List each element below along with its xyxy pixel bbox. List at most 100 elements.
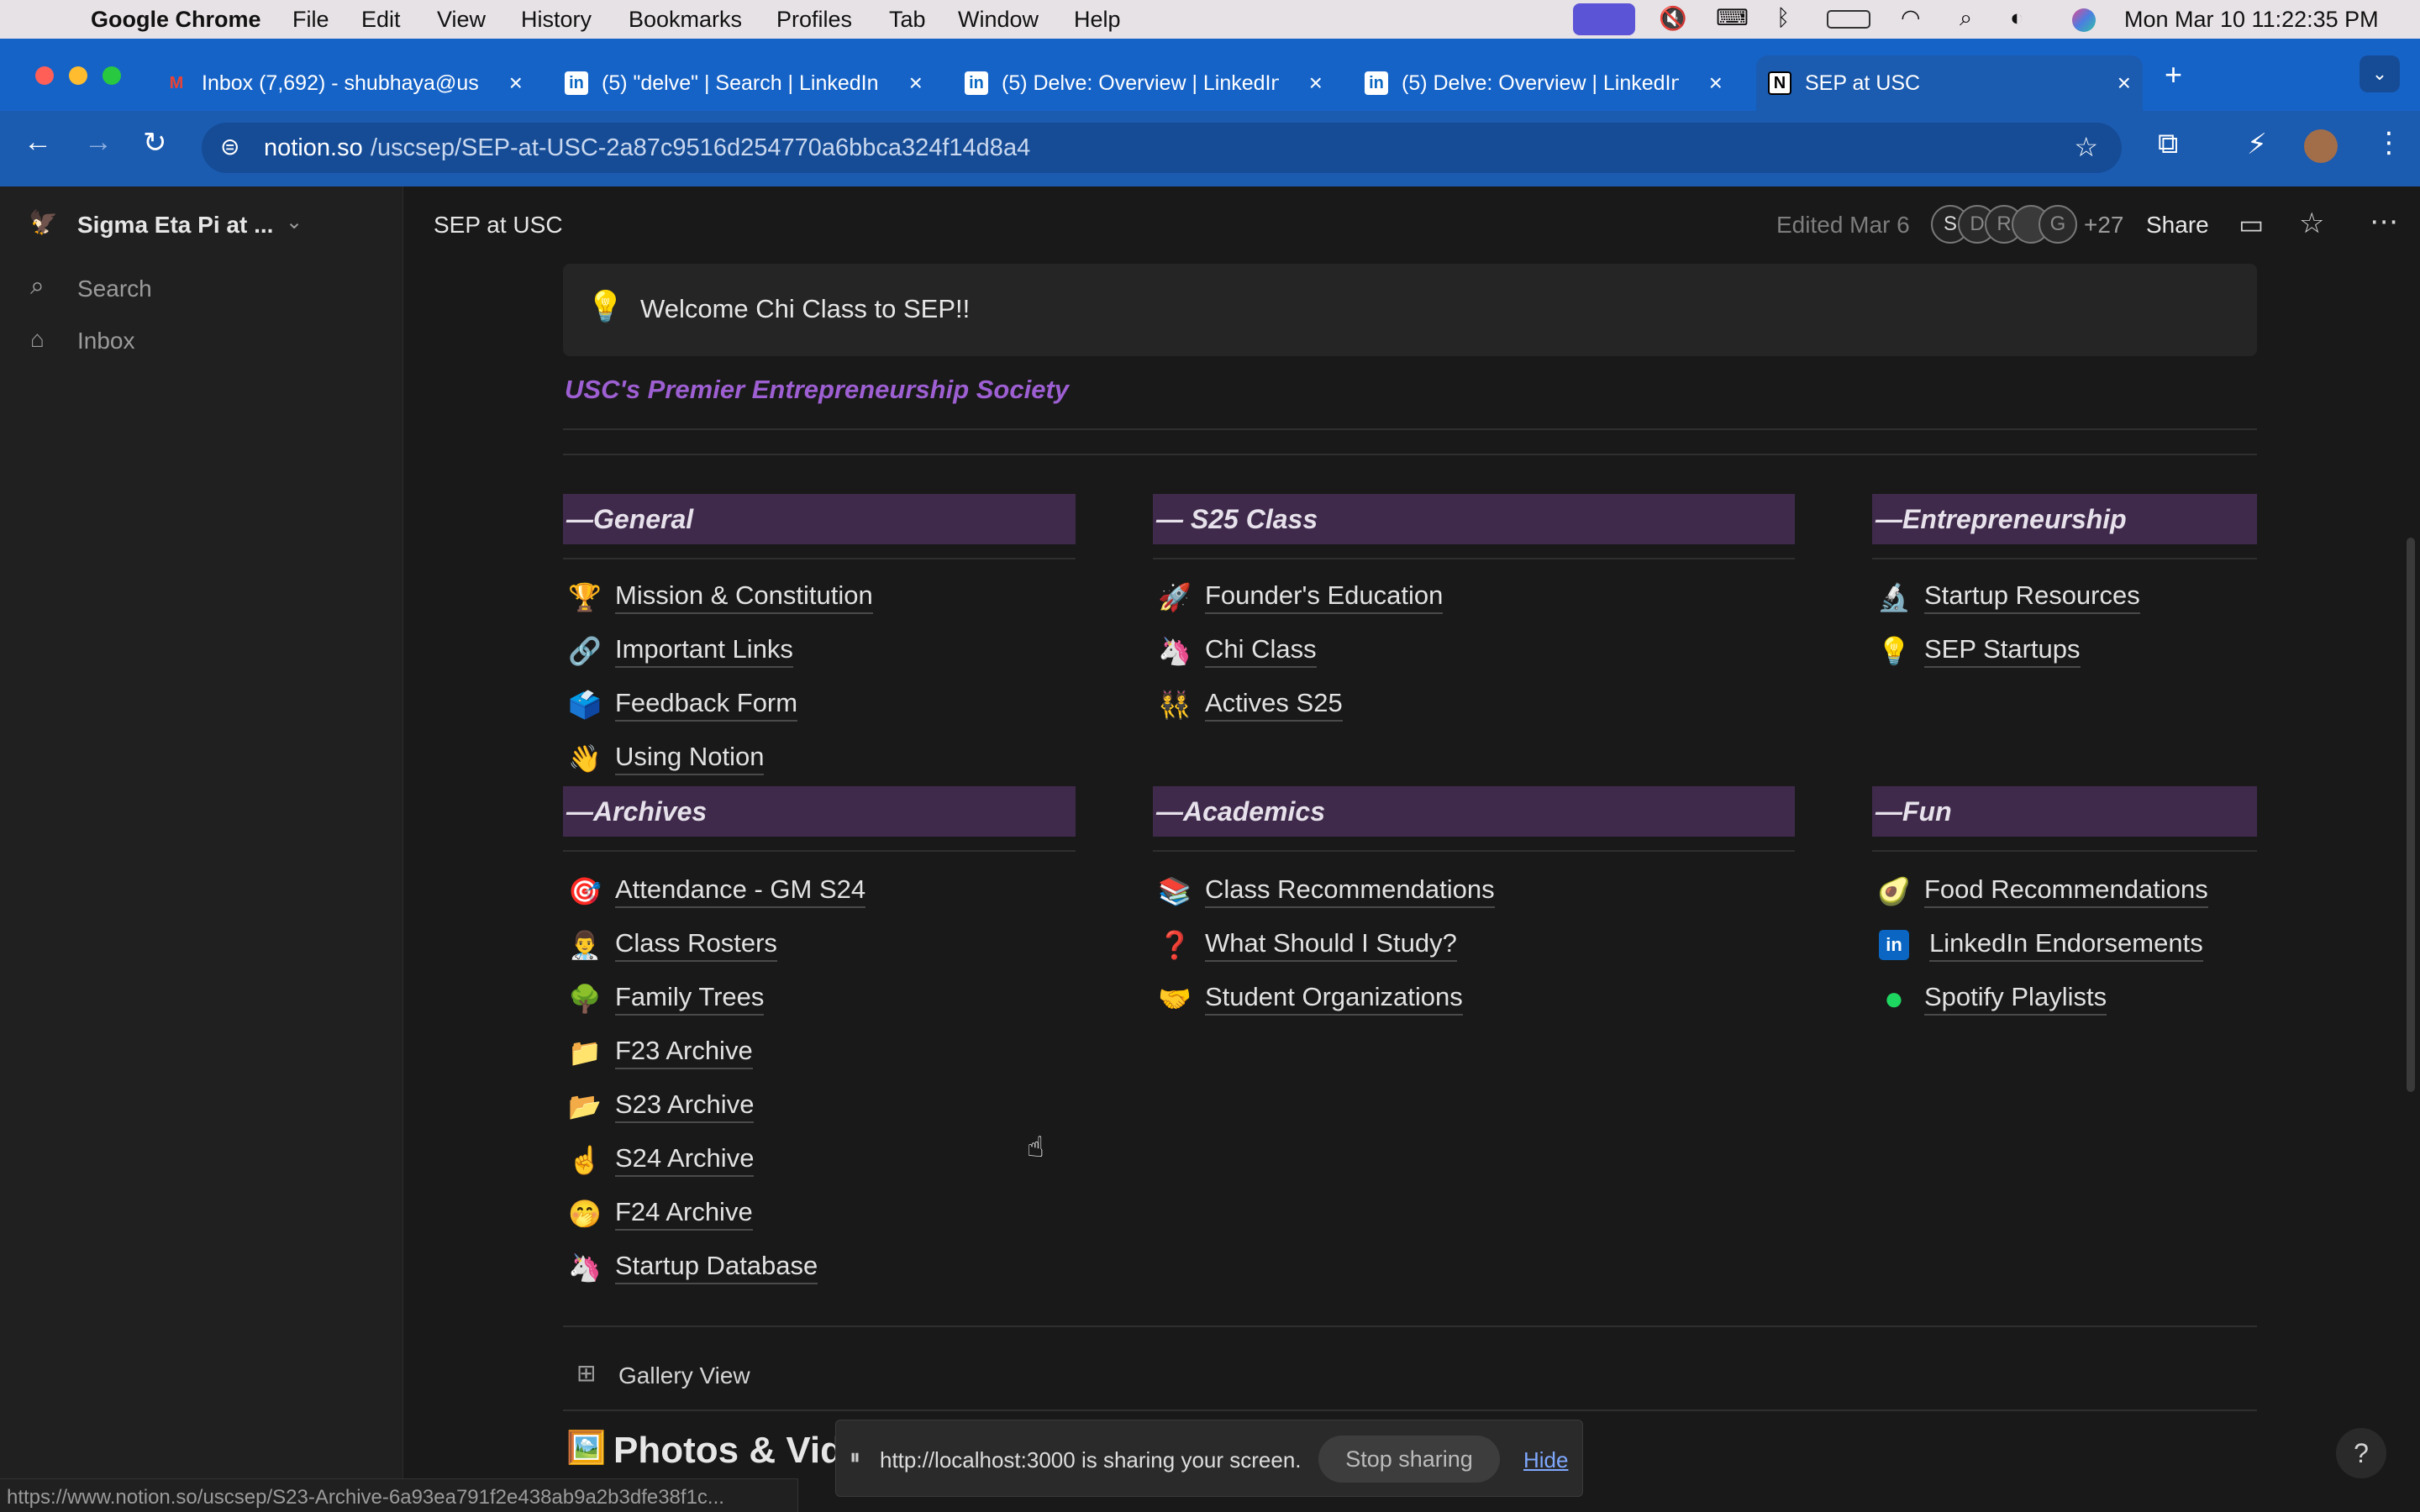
link-f24-archive[interactable]: 🤭 F24 Archive	[565, 1193, 753, 1235]
divider	[1153, 558, 1795, 559]
gmail-icon: M	[169, 73, 184, 92]
close-tab-icon[interactable]: ×	[1709, 70, 1723, 97]
minimize-window-button[interactable]	[69, 66, 87, 85]
inbox-icon[interactable]: ⌂	[30, 326, 45, 353]
link-using-notion[interactable]: 👋 Using Notion	[565, 738, 765, 780]
workspace-name[interactable]: Sigma Eta Pi at ...	[77, 212, 273, 239]
link-student-organizations[interactable]: 🤝 Student Organizations	[1155, 978, 1463, 1020]
menu-view[interactable]: View	[437, 7, 486, 33]
hide-sharing-bar-link[interactable]: Hide	[1523, 1447, 1568, 1473]
divider	[563, 454, 2257, 455]
menu-tab[interactable]: Tab	[889, 7, 926, 33]
control-center-icon[interactable]: ◐	[2010, 5, 2023, 31]
macos-menu-bar: Google Chrome File Edit View History Boo…	[0, 0, 2420, 39]
link-important-links[interactable]: 🔗 Important Links	[565, 630, 793, 672]
help-button[interactable]: ?	[2336, 1428, 2386, 1478]
link-spotify-playlists[interactable]: ● Spotify Playlists	[1874, 978, 2107, 1020]
tab-sep-at-usc[interactable]: N SEP at USC ×	[1756, 55, 2143, 111]
wifi-icon[interactable]: ◠	[1901, 5, 1921, 31]
close-tab-icon[interactable]: ×	[909, 70, 923, 97]
extension-app-icon[interactable]: ⚡	[2247, 128, 2267, 161]
zoom-window-button[interactable]	[103, 66, 121, 85]
section-s25-heading: — S25 Class	[1153, 494, 1795, 544]
link-sep-startups[interactable]: 💡 SEP Startups	[1874, 630, 2081, 672]
menu-edit[interactable]: Edit	[361, 7, 401, 33]
close-tab-icon[interactable]: ×	[509, 70, 523, 97]
close-tab-icon[interactable]: ×	[2118, 70, 2131, 97]
unicorn-icon: 🦄	[1158, 636, 1192, 666]
link-class-rosters[interactable]: 👨‍⚕️ Class Rosters	[565, 924, 777, 966]
sidebar-search[interactable]: Search	[77, 276, 152, 302]
menu-profiles[interactable]: Profiles	[776, 7, 852, 33]
link-attendance-gm-s24[interactable]: 🎯 Attendance - GM S24	[565, 870, 866, 912]
callout-block[interactable]: 💡 Welcome Chi Class to SEP!!	[563, 264, 2257, 356]
link-actives-s25[interactable]: 👯 Actives S25	[1155, 684, 1343, 726]
forward-icon[interactable]: →	[84, 126, 113, 159]
stop-sharing-button[interactable]: Stop sharing	[1318, 1436, 1500, 1483]
link-mission-constitution[interactable]: 🏆 Mission & Constitution	[565, 576, 873, 618]
link-food-recommendations[interactable]: 🥑 Food Recommendations	[1874, 870, 2208, 912]
bluetooth-icon[interactable]: ᛒ	[1776, 5, 1790, 31]
site-info-icon[interactable]: ⊜	[220, 133, 239, 160]
link-family-trees[interactable]: 🌳 Family Trees	[565, 978, 765, 1020]
menu-file[interactable]: File	[292, 7, 329, 33]
app-menu[interactable]: Google Chrome	[91, 7, 261, 33]
link-founders-education[interactable]: 🚀 Founder's Education	[1155, 576, 1444, 618]
clock[interactable]: Mon Mar 10 11:22:35 PM	[2124, 7, 2379, 33]
link-what-should-i-study[interactable]: ❓ What Should I Study?	[1155, 924, 1457, 966]
menu-help[interactable]: Help	[1074, 7, 1121, 33]
gallery-view-tab[interactable]: Gallery View	[618, 1362, 750, 1389]
link-startup-resources[interactable]: 🔬 Startup Resources	[1874, 576, 2140, 618]
battery-icon[interactable]	[1827, 10, 1870, 29]
link-s23-archive[interactable]: 📂 S23 Archive	[565, 1085, 755, 1127]
tab-linkedin-search[interactable]: in (5) "delve" | Search | LinkedIn ×	[565, 55, 934, 111]
menu-window[interactable]: Window	[958, 7, 1039, 33]
divider	[1872, 850, 2257, 852]
search-icon[interactable]: ⌕	[30, 272, 45, 301]
screen-share-status-icon[interactable]	[1573, 3, 1635, 35]
link-class-recommendations[interactable]: 📚 Class Recommendations	[1155, 870, 1495, 912]
link-linkedin-endorsements[interactable]: in LinkedIn Endorsements	[1874, 924, 2203, 966]
extensions-icon[interactable]: ⧉	[2158, 128, 2178, 160]
workspace-chevron-down-icon[interactable]: ⌄	[286, 210, 302, 234]
menu-bookmarks[interactable]: Bookmarks	[629, 7, 742, 33]
reload-icon[interactable]: ↻	[143, 126, 167, 160]
close-tab-icon[interactable]: ×	[1309, 70, 1323, 97]
chrome-menu-icon[interactable]: ⋮	[2375, 126, 2403, 160]
close-window-button[interactable]	[35, 66, 54, 85]
siri-icon[interactable]	[2072, 8, 2096, 32]
tab-gmail[interactable]: M Inbox (7,692) - shubhaya@us ×	[165, 55, 534, 111]
linkedin-icon: in	[1879, 930, 1909, 960]
tab-linkedin-overview-1[interactable]: in (5) Delve: Overview | LinkedIn ×	[965, 55, 1334, 111]
link-feedback-form[interactable]: 🗳️ Feedback Form	[565, 684, 798, 726]
sidebar-inbox[interactable]: Inbox	[77, 328, 135, 354]
tab-linkedin-overview-2[interactable]: in (5) Delve: Overview | LinkedIn ×	[1365, 55, 1734, 111]
new-tab-icon[interactable]: +	[2165, 57, 2182, 92]
share-button[interactable]: Share	[2146, 212, 2209, 239]
link-f23-archive[interactable]: 📁 F23 Archive	[565, 1032, 753, 1074]
menu-history[interactable]: History	[521, 7, 592, 33]
comments-icon[interactable]: ▭	[2238, 208, 2264, 240]
link-s24-archive[interactable]: ☝️ S24 Archive	[565, 1139, 755, 1181]
scrollbar-thumb[interactable]	[2407, 538, 2415, 1092]
address-bar[interactable]: ⊜ notion.so /uscsep/SEP-at-USC-2a87c9516…	[202, 123, 2122, 173]
mute-icon[interactable]: 🔇	[1659, 5, 1687, 32]
keyboard-icon[interactable]: ⌨	[1716, 5, 1749, 31]
back-icon[interactable]: ←	[24, 126, 52, 159]
avatar[interactable]: G	[2039, 205, 2077, 244]
pause-icon: ⏸	[850, 1444, 861, 1469]
spotlight-search-icon[interactable]: ⌕	[1960, 5, 1972, 32]
bookmark-star-icon[interactable]: ☆	[2074, 131, 2098, 163]
tab-search-icon[interactable]: ⌄	[2360, 55, 2400, 92]
collaborator-count[interactable]: +27	[2084, 212, 2124, 239]
link-startup-database[interactable]: 🦄 Startup Database	[565, 1247, 818, 1289]
lightbulb-icon: 💡	[1877, 636, 1911, 666]
linkedin-icon: in	[1365, 71, 1388, 95]
more-options-icon[interactable]: ⋯	[2370, 205, 2398, 239]
favorite-star-icon[interactable]: ☆	[2299, 207, 2324, 240]
section-archives-heading: —Archives	[563, 786, 1076, 837]
profile-avatar[interactable]	[2304, 129, 2338, 163]
link-chi-class[interactable]: 🦄 Chi Class	[1155, 630, 1317, 672]
microscope-icon: 🔬	[1877, 582, 1911, 612]
breadcrumb[interactable]: SEP at USC	[434, 212, 563, 239]
